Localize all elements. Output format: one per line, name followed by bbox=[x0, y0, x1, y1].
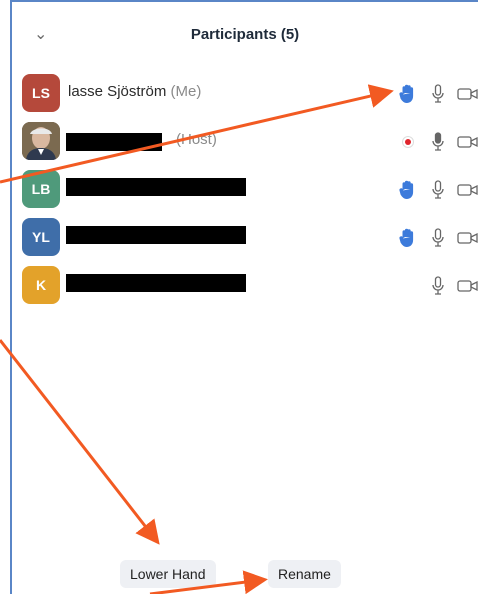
participant-tag: (Host) bbox=[176, 131, 217, 148]
recording-icon bbox=[396, 130, 420, 154]
participant-row[interactable]: K bbox=[20, 264, 478, 308]
raised-hand-icon[interactable] bbox=[396, 226, 420, 250]
microphone-icon[interactable] bbox=[426, 274, 450, 298]
participant-row[interactable]: YL bbox=[20, 216, 478, 260]
participant-row[interactable]: (Host) bbox=[20, 120, 478, 164]
participant-controls bbox=[390, 120, 478, 164]
rename-button[interactable]: Rename bbox=[268, 560, 341, 588]
participant-name: lasse Sjöström (Me) bbox=[68, 83, 201, 100]
avatar bbox=[22, 122, 60, 160]
raised-hand-icon[interactable] bbox=[396, 178, 420, 202]
microphone-icon[interactable] bbox=[426, 226, 450, 250]
video-camera-icon[interactable] bbox=[456, 82, 478, 106]
panel-title: Participants (5) bbox=[190, 26, 300, 43]
video-camera-icon[interactable] bbox=[456, 226, 478, 250]
microphone-icon[interactable] bbox=[426, 178, 450, 202]
lower-hand-button[interactable]: Lower Hand bbox=[120, 560, 216, 588]
participant-name-text: lasse Sjöström bbox=[68, 83, 167, 100]
avatar: YL bbox=[22, 218, 60, 256]
participant-tag: (Me) bbox=[170, 83, 202, 100]
participant-controls bbox=[390, 72, 478, 116]
participant-name: (Host) bbox=[176, 131, 217, 148]
panel-header: ⌄ Participants (5) bbox=[12, 2, 478, 70]
video-camera-icon[interactable] bbox=[456, 130, 478, 154]
redacted-name bbox=[66, 178, 246, 196]
participant-controls bbox=[390, 168, 478, 212]
microphone-icon[interactable] bbox=[426, 130, 450, 154]
avatar: LB bbox=[22, 170, 60, 208]
participant-row[interactable]: LB bbox=[20, 168, 478, 212]
redacted-name bbox=[66, 274, 246, 292]
redacted-name bbox=[66, 133, 162, 151]
redacted-name bbox=[66, 226, 246, 244]
video-camera-icon[interactable] bbox=[456, 178, 478, 202]
profile-photo-icon bbox=[22, 122, 60, 160]
participant-controls bbox=[390, 216, 478, 260]
participant-controls bbox=[420, 264, 478, 308]
raised-hand-icon[interactable] bbox=[396, 82, 420, 106]
video-camera-icon[interactable] bbox=[456, 274, 478, 298]
avatar: LS bbox=[22, 74, 60, 112]
participants-panel: ⌄ Participants (5) LS lasse Sjöström (Me… bbox=[10, 0, 478, 594]
avatar: K bbox=[22, 266, 60, 304]
microphone-icon[interactable] bbox=[426, 82, 450, 106]
participant-row[interactable]: LS lasse Sjöström (Me) bbox=[20, 72, 478, 116]
